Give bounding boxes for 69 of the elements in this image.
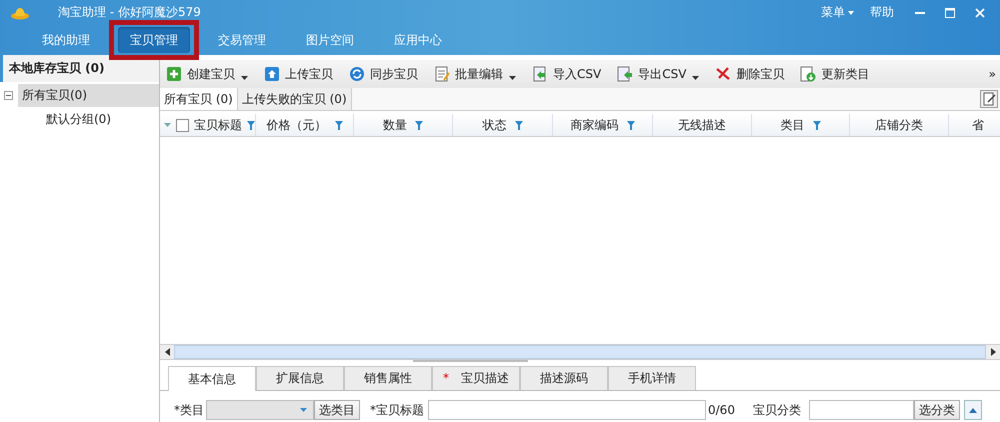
toolbar-button[interactable]: 导入CSV [532,66,602,82]
detail-tab[interactable]: 销售属性 [344,366,432,390]
tree-item[interactable]: 默认分组(0) [42,108,115,130]
title-label: *宝贝标题 [370,402,424,418]
scrollbar-thumb[interactable] [174,345,986,359]
scroll-right-icon[interactable] [986,345,1000,359]
column-header[interactable]: 状态 [482,116,506,134]
shop-category-label: 宝贝分类 [752,402,801,418]
dropdown-caret-icon [300,408,307,412]
detail-tab[interactable]: 基本信息 [168,366,256,391]
caret-icon [848,10,854,14]
scroll-left-icon[interactable] [160,345,174,359]
column-header[interactable]: 无线描述 [678,116,726,134]
detail-tab[interactable]: 手机详情 [608,366,696,390]
sync-icon [349,66,365,82]
cross-icon [715,66,732,82]
dropdown-caret-icon[interactable] [241,76,248,80]
column-header[interactable]: 宝贝标题 [194,116,242,134]
splitter-handle[interactable] [412,360,528,362]
column-header[interactable]: 省 [972,116,984,134]
sub-tab[interactable]: 上传失败的宝贝 (0) [238,88,352,110]
toolbar-button[interactable]: 更新类目 [800,66,870,82]
column-header[interactable]: 店铺分类 [875,116,923,134]
filter-icon[interactable] [334,120,342,130]
column-header[interactable]: 数量 [383,116,407,134]
detail-tab[interactable]: 扩展信息 [256,366,344,390]
shop-category-input[interactable] [808,400,914,420]
toolbar-button[interactable]: 导出CSV [617,66,686,82]
toolbar-button[interactable]: 删除宝贝 [715,66,784,82]
help-button[interactable]: 帮助 [870,4,894,21]
scroll-up-icon[interactable] [964,400,982,420]
sidebar-title: 本地库存宝贝 (0) [0,55,159,82]
nav-tab[interactable]: 宝贝管理 [118,27,190,53]
filter-icon[interactable] [812,120,820,130]
dropdown-caret-icon[interactable] [692,76,700,80]
close-icon[interactable] [975,8,985,18]
title-counter: 0/60 [708,403,735,417]
more-button[interactable]: » [988,67,996,81]
filter-icon[interactable] [415,120,423,130]
select-all-checkbox[interactable] [176,118,189,132]
plus-icon [166,66,182,82]
maximize-icon[interactable] [945,8,955,18]
title-input[interactable] [428,400,706,420]
choose-category-button[interactable]: 选类目 [314,400,360,420]
filter-icon[interactable] [626,120,634,130]
toolbar-button[interactable]: 批量编辑 [434,66,503,82]
toolbar-button[interactable]: 上传宝贝 [264,66,333,82]
filter-icon[interactable] [514,120,522,130]
hat-logo-icon [10,6,30,20]
edit-icon[interactable] [980,90,998,108]
category-label: *类目 [174,402,204,418]
sort-arrow-icon[interactable] [164,123,171,127]
choose-shop-category-button[interactable]: 选分类 [914,400,960,420]
toolbar-button[interactable]: 创建宝贝 [166,66,235,82]
document-download-icon [800,66,816,82]
document-arrow-icon [617,66,634,82]
collapse-icon[interactable] [4,90,13,100]
column-header[interactable]: 商家编码 [570,116,618,134]
tree-item[interactable]: 所有宝贝(0) [18,84,159,106]
window-title: 淘宝助理 - 你好阿魔沙579 [58,4,201,21]
detail-tab[interactable]: 描述源码 [520,366,608,390]
column-header[interactable]: 价格（元） [266,116,326,134]
detail-tab[interactable]: * 宝贝描述 [432,366,520,390]
filter-icon[interactable] [247,120,255,130]
sub-tab[interactable]: 所有宝贝 (0) [160,88,238,110]
column-header[interactable]: 类目 [780,116,804,134]
document-pencil-icon [434,66,450,82]
dropdown-caret-icon[interactable] [509,76,516,80]
toolbar-button[interactable]: 同步宝贝 [349,66,418,82]
